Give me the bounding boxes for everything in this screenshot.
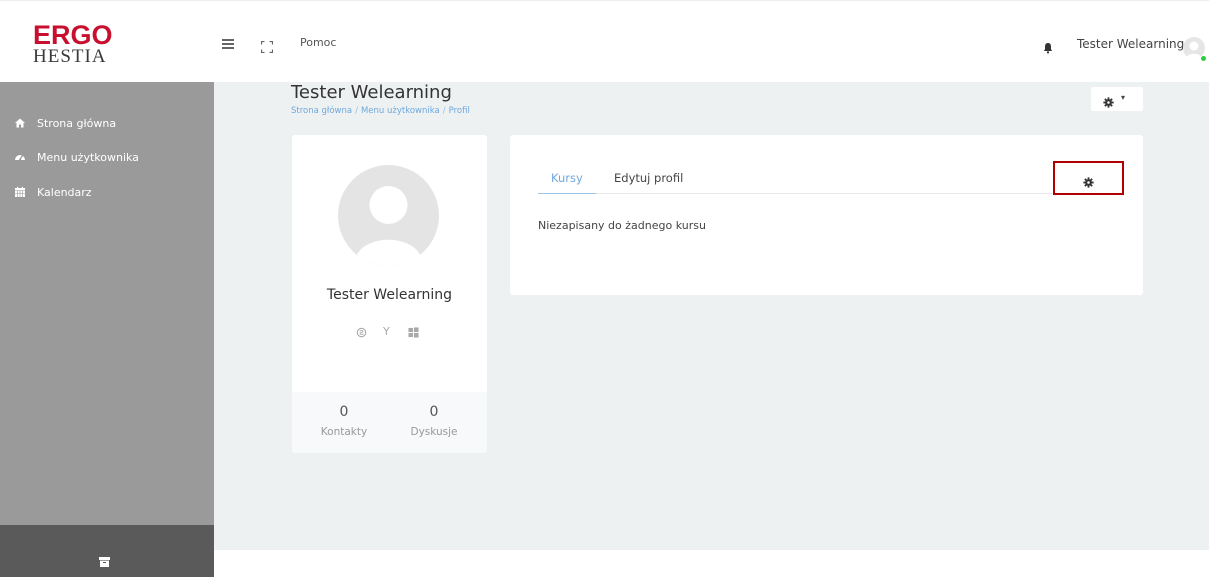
profile-name: Tester Welearning xyxy=(326,287,453,303)
profile-card: Tester Welearning Y 0 Kontakty 0 Dyskusj… xyxy=(292,135,487,453)
top-bar: ERGO HESTIA Pomoc Tester Welearning xyxy=(0,0,1209,82)
stat-discussions[interactable]: 0 Dyskusje xyxy=(399,404,469,438)
bell-icon[interactable] xyxy=(1042,39,1054,54)
profile-stats: 0 Kontakty 0 Dyskusje xyxy=(292,392,487,453)
brand-logo[interactable]: ERGO HESTIA xyxy=(33,20,113,67)
breadcrumb: Strona główna / Menu użytkownika / Profil xyxy=(291,106,470,116)
hamburger-icon[interactable] xyxy=(222,39,234,49)
user-menu-name[interactable]: Tester Welearning xyxy=(1077,37,1184,51)
app-root: ERGO HESTIA Pomoc Tester Welearning Stro… xyxy=(0,0,1209,577)
sidebar-item-label: Strona główna xyxy=(37,116,117,130)
tab-courses[interactable]: Kursy xyxy=(551,171,583,185)
dashboard-icon xyxy=(14,151,26,163)
logo-hestia: HESTIA xyxy=(33,46,107,67)
chevron-down-icon: ▾ xyxy=(1121,93,1126,102)
sidebar-item-label: Kalendarz xyxy=(37,185,92,199)
course-settings-button[interactable] xyxy=(1053,161,1124,195)
breadcrumb-separator: / xyxy=(355,106,358,116)
gear-icon xyxy=(1083,173,1094,188)
profile-avatar xyxy=(338,165,439,266)
page-settings-dropdown[interactable]: ▾ xyxy=(1091,87,1143,111)
home-icon xyxy=(14,117,26,129)
yahoo-icon[interactable]: Y xyxy=(383,325,390,338)
archive-icon[interactable] xyxy=(99,552,110,567)
tab-edit-profile[interactable]: Edytuj profil xyxy=(614,171,683,185)
stat-value: 0 xyxy=(429,404,439,420)
breadcrumb-home[interactable]: Strona główna xyxy=(291,106,352,116)
windows-icon[interactable] xyxy=(408,327,419,341)
stat-label: Kontakty xyxy=(320,426,368,438)
online-status-indicator xyxy=(1201,56,1206,61)
sidebar-footer xyxy=(0,525,214,577)
sidebar-item-label: Menu użytkownika xyxy=(37,150,139,164)
courses-card: Kursy Edytuj profil Niezapisany do żadne… xyxy=(510,135,1143,295)
calendar-icon xyxy=(14,186,26,198)
stat-label: Dyskusje xyxy=(410,426,458,438)
sidebar: Strona główna Menu użytkownika Kalendarz xyxy=(0,82,214,577)
sidebar-item-home[interactable]: Strona główna xyxy=(14,114,116,132)
fullscreen-icon[interactable] xyxy=(260,38,274,54)
logo-ergo: ERGO xyxy=(33,20,113,50)
stat-contacts[interactable]: 0 Kontakty xyxy=(309,404,379,438)
help-link[interactable]: Pomoc xyxy=(300,36,336,49)
stat-value: 0 xyxy=(339,404,349,420)
active-tab-indicator xyxy=(538,193,596,194)
main-content: Tester Welearning Strona główna / Menu uży… xyxy=(214,82,1209,550)
breadcrumb-user-menu[interactable]: Menu użytkownika xyxy=(361,106,440,116)
social-links: Y xyxy=(351,325,429,341)
sidebar-item-calendar[interactable]: Kalendarz xyxy=(14,183,92,201)
sidebar-item-user-menu[interactable]: Menu użytkownika xyxy=(14,148,139,166)
gear-icon xyxy=(1103,93,1114,108)
skype-icon[interactable] xyxy=(356,327,367,341)
breadcrumb-profile[interactable]: Profil xyxy=(449,106,470,116)
breadcrumb-separator: / xyxy=(442,106,446,116)
page-footer-area xyxy=(214,550,1209,577)
no-courses-message: Niezapisany do żadnego kursu xyxy=(538,219,706,232)
page-title: Tester Welearning xyxy=(291,82,452,103)
profile-tabs: Kursy Edytuj profil xyxy=(538,159,1116,194)
